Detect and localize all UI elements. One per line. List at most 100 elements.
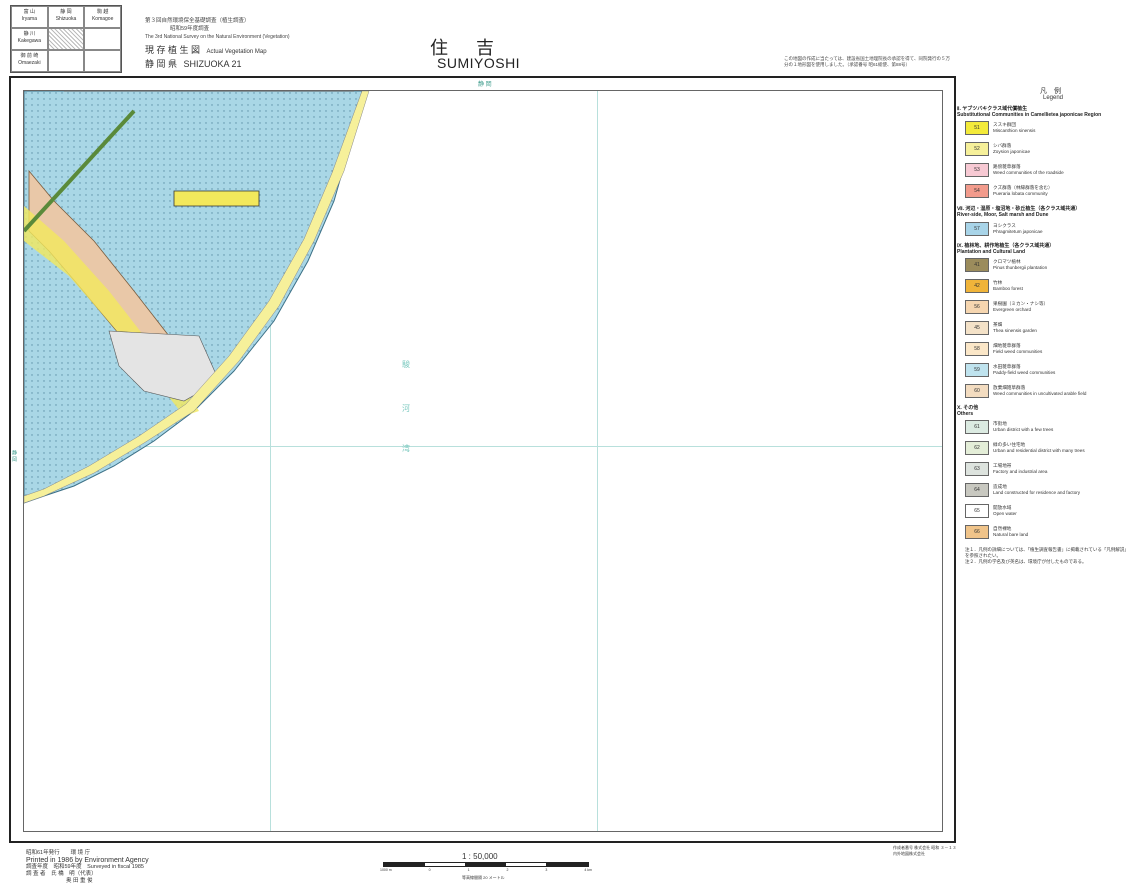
legend-notes: 注１．凡例の詳細については、「植生調査報告書」に掲載されている「凡例解説」を参照… — [965, 547, 1130, 565]
legend-label: ヨシクラス Phragmitetum japonicae — [993, 223, 1043, 234]
legend-item: 45 茶畑 Thea sinensis garden — [965, 321, 1037, 335]
index-cell-empty — [47, 50, 85, 72]
sea-label-char: 河 — [402, 404, 410, 413]
map-title-en: SUMIYOSHI — [437, 55, 521, 71]
legend-section-heading: Ⅶ. 河辺・湿原・塩沼地・砂丘植生（各クラス域共通） River-side, Mo… — [957, 206, 1081, 218]
sheet-number: SHIZUOKA 21 — [183, 59, 242, 69]
legend-item: 56 果樹園（ミカン・ナシ等） Evergreen orchard — [965, 300, 1048, 314]
scale-bar — [383, 862, 589, 867]
index-cell-komagoe: 駒 越 Komagoe — [84, 6, 121, 28]
legend-swatch: 60 — [965, 384, 989, 398]
legend-swatch: 53 — [965, 163, 989, 177]
legend-swatch: 65 — [965, 504, 989, 518]
legend-swatch: 61 — [965, 420, 989, 434]
survey-title-jp: 第３回自然環境保全基礎調査（植生調査） — [145, 18, 250, 24]
legend-label: 竹林 Bamboo forest — [993, 280, 1023, 291]
legend-item: 58 畑地雑草群落 Field weed communities — [965, 342, 1042, 356]
legend-swatch: 59 — [965, 363, 989, 377]
legend-swatch: 62 — [965, 441, 989, 455]
legend-title-en: Legend — [1043, 95, 1064, 101]
legend-label: 果樹園（ミカン・ナシ等） Evergreen orchard — [993, 301, 1049, 312]
legend-item: 59 水田雑草群落 Paddy-field weed communities — [965, 363, 1055, 377]
legend-label: 放棄畑雑草群落 Weed communities in uncultivated … — [993, 385, 1087, 396]
map-area[interactable]: 駿 河 湾 — [23, 90, 943, 832]
legend-label: 工場地帯 Factory and industrial area — [993, 463, 1048, 474]
legend-swatch: 41 — [965, 258, 989, 272]
legend-swatch: 64 — [965, 483, 989, 497]
legend-swatch: 63 — [965, 462, 989, 476]
legend-label: クロマツ植林 Pinus thunbergii plantation — [993, 259, 1048, 270]
legend-item: 60 放棄畑雑草群落 Weed communities in uncultivate… — [965, 384, 1086, 398]
legend-item: 42 竹林 Bamboo forest — [965, 279, 1023, 293]
credit: 作成者番号 株式会社 昭和 ３－１３ 内外地図株式会社 — [893, 845, 956, 857]
index-cell-current — [47, 28, 85, 50]
legend-swatch: 58 — [965, 342, 989, 356]
legend-item: 63 工場地帯 Factory and industrial area — [965, 462, 1047, 476]
legend-label: ススキ群団 Miscanthion sinensis — [993, 122, 1036, 133]
legend-item: 51 ススキ群団 Miscanthion sinensis — [965, 121, 1035, 135]
legend-swatch: 66 — [965, 525, 989, 539]
legend-note: 注２．凡例の学名及び英名は、環境庁が付したものである。 — [965, 559, 1087, 564]
legend-item: 53 路傍雑草群落 Weed communities of the roadside — [965, 163, 1064, 177]
legend-item: 41 クロマツ植林 Pinus thunbergii plantation — [965, 258, 1047, 272]
legend-label: 茶畑 Thea sinensis garden — [993, 322, 1037, 333]
index-cell-empty — [84, 28, 121, 50]
legend-swatch: 57 — [965, 222, 989, 236]
surveyor: 調 査 者 氏 橋 明（代表） — [26, 871, 97, 877]
scale-tick: 4 km — [584, 868, 592, 872]
legend-swatch: 54 — [965, 184, 989, 198]
index-cell-omaezaki: 御 前 崎 Omaezaki — [11, 50, 48, 72]
map-type: 現 存 植 生 図 Actual Vegetation Map — [145, 43, 267, 56]
prefecture: 静 岡 県 — [145, 59, 178, 69]
legend-label: シバ群落 Zoysion japonicae — [993, 143, 1031, 154]
vegetation-land-area — [24, 91, 370, 504]
legend-item: 54 クズ群落（林縁群落を含む） Pueraria lobata community — [965, 184, 1053, 198]
index-cell-empty — [84, 50, 121, 72]
map-note: この地図の作成に当たっては、建設省国土地理院長の承認を得て、同院発行の５万分の１… — [784, 56, 950, 67]
scale-tick: 2 — [506, 868, 509, 872]
index-cell-kakegawa: 静 川 Kakegawa — [11, 28, 48, 50]
legend-label: 市街地 Urban district with a few trees — [993, 421, 1054, 432]
scale-tick: 3 — [545, 868, 548, 872]
contour-note: 等高線間隔 20 メートル — [462, 875, 505, 880]
scale-tick: 1000 m — [380, 868, 392, 872]
printed-en: Printed in 1986 by Environment Agency — [26, 857, 149, 864]
legend-label: 造成地 Land constructed for residence and fa… — [993, 484, 1081, 495]
legend-note: 注１．凡例の詳細については、「植生調査報告書」に掲載されている「凡例解説」を参照… — [965, 547, 1129, 558]
legend-label: 路傍雑草群落 Weed communities of the roadside — [993, 164, 1064, 175]
legend-item: 62 緑の多い住宅地 Urban and residential district … — [965, 441, 1085, 455]
scale-ratio: 1 : 50,000 — [462, 852, 498, 861]
index-cell-shizuoka: 静 岡 Shizuoka — [47, 6, 85, 28]
survey-year: 調査年度 昭和59年度 Surveyed in fiscal 1985 — [26, 864, 144, 870]
legend-label: クズ群落（林縁群落を含む） Pueraria lobata community — [993, 185, 1053, 196]
legend-swatch: 42 — [965, 279, 989, 293]
credit-line: 内外地図株式会社 — [893, 851, 925, 856]
sheet-label: 静 岡 県 SHIZUOKA 21 — [145, 57, 242, 70]
map-type-jp: 現 存 植 生 図 — [145, 45, 201, 55]
index-map: 富 山 Iryama 静 岡 Shizuoka 駒 越 Komagoe 静 川 Kake… — [10, 5, 122, 73]
legend-item: 52 シバ群落 Zoysion japonicae — [965, 142, 1030, 156]
legend-label: 畑地雑草群落 Field weed communities — [993, 343, 1043, 354]
published-jp: 昭和61年発行 環 境 庁 — [26, 850, 91, 856]
legend-section-heading: Ⅱ. ヤブツバキクラス域代償植生 Substitutional Communiti… — [957, 106, 1102, 118]
sea-label-char: 湾 — [402, 444, 410, 453]
legend-label: 水田雑草群落 Paddy-field weed communities — [993, 364, 1056, 375]
survey-title-en: The 3rd National Survey on the Natural E… — [145, 34, 290, 40]
survey-year-jp: 昭和59年度調査 — [170, 26, 210, 32]
sea-label-char: 駿 — [402, 360, 410, 369]
scale-ticks: 1000 m 0 1 2 3 4 km — [380, 868, 592, 872]
map-left-label: 静 岡 — [11, 450, 17, 462]
field-region — [24, 91, 362, 503]
legend-item: 61 市街地 Urban district with a few trees — [965, 420, 1053, 434]
factory-area — [173, 190, 260, 207]
legend-label: 自然裸地 Natural bare land — [993, 526, 1029, 537]
legend-label: 緑の多い住宅地 Urban and residential district wi… — [993, 442, 1085, 453]
map-top-label: 静 岡 — [478, 82, 492, 88]
legend-label: 開放水域 Open water — [993, 505, 1017, 516]
index-cell-iryama: 富 山 Iryama — [11, 6, 48, 28]
legend-section-heading: Ⅸ. 植林地、耕作地植生（各クラス域共通） Plantation and Cult… — [957, 243, 1055, 255]
legend-swatch: 51 — [965, 121, 989, 135]
legend-item: 66 自然裸地 Natural bare land — [965, 525, 1028, 539]
surveyor-2: 奥 田 重 俊 — [66, 878, 93, 884]
map-type-en: Actual Vegetation Map — [206, 49, 267, 55]
